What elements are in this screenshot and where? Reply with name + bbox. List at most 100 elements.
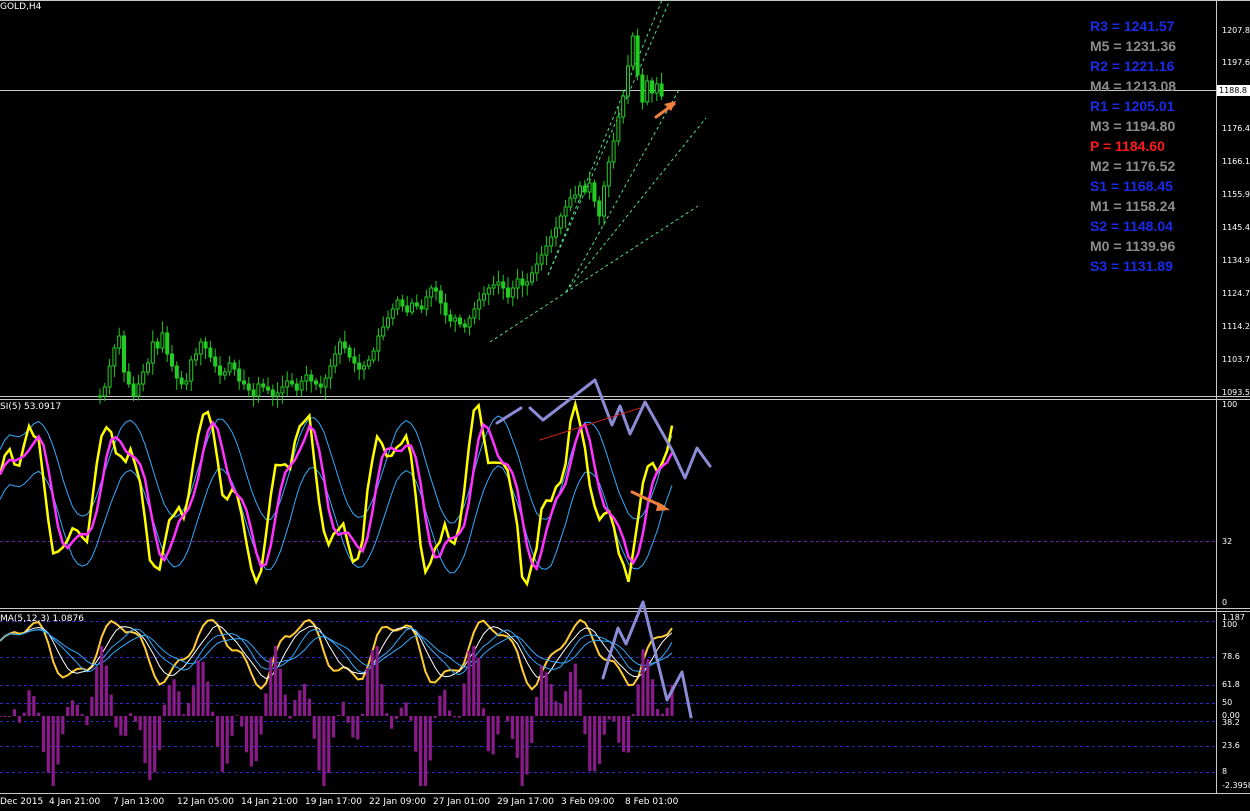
hist-bar — [370, 650, 374, 716]
pivot-s3: S3 = 1131.89 — [1090, 258, 1173, 274]
hist-bar — [128, 713, 133, 716]
hist-bar — [259, 716, 263, 735]
hist-bar — [278, 668, 283, 716]
candle-body — [434, 287, 438, 292]
candle-body — [448, 314, 453, 322]
candle-body — [410, 302, 414, 313]
hist-bar — [104, 665, 108, 716]
hist-bar — [448, 710, 452, 716]
candle-body — [530, 272, 534, 283]
candle-body — [386, 317, 390, 328]
osc-tick: 100 — [1222, 620, 1238, 629]
pivot-m5: M5 = 1231.36 — [1090, 38, 1177, 54]
hist-bar — [520, 716, 524, 786]
hist-bar — [8, 716, 12, 717]
hist-bar — [298, 690, 302, 716]
hist-bar — [385, 713, 389, 716]
stoch-tick: 0 — [1222, 598, 1228, 607]
hist-bar — [419, 716, 423, 786]
hist-bar — [109, 694, 113, 716]
candle-body — [602, 185, 606, 217]
candle-body — [587, 182, 592, 193]
candle-body — [477, 299, 482, 310]
candle-body — [357, 362, 362, 370]
hist-bar — [119, 716, 123, 736]
price-candles — [98, 28, 664, 408]
pivot-m0: M0 = 1139.96 — [1090, 238, 1176, 254]
candle-body — [237, 368, 242, 382]
hist-bar — [510, 716, 515, 739]
hist-bar — [70, 700, 75, 716]
hist-bar — [554, 701, 558, 716]
hist-bar — [157, 716, 162, 750]
candle-body — [318, 383, 323, 388]
hist-bar — [172, 679, 176, 716]
candle-body — [491, 284, 496, 289]
hist-bar — [597, 716, 602, 765]
hist-bar — [225, 716, 229, 764]
candle-body — [160, 332, 165, 349]
candle-body — [616, 116, 621, 142]
candle-body — [424, 296, 429, 310]
candle-body — [510, 287, 515, 298]
hist-bar — [607, 716, 611, 720]
candle-body — [462, 323, 467, 328]
hist-bar — [399, 707, 403, 716]
stoch-tick: 32 — [1222, 537, 1233, 546]
hist-bar — [244, 716, 249, 753]
oscillator-histogram — [0, 646, 674, 786]
time-tick: 12 Jan 05:00 — [177, 797, 234, 807]
hist-bar — [660, 713, 664, 716]
candle-body — [453, 317, 458, 322]
hist-bar — [27, 690, 31, 716]
hist-bar — [133, 716, 137, 722]
stoch-tick: 100 — [1222, 400, 1238, 409]
hist-bar — [220, 716, 224, 772]
hist-bar — [655, 708, 660, 716]
candle-body — [496, 281, 501, 286]
candle-body — [554, 227, 558, 238]
time-tick: 19 Jan 17:00 — [305, 797, 362, 807]
candle-body — [251, 389, 256, 397]
candle-body — [290, 380, 294, 385]
hist-bar — [12, 709, 17, 716]
candle-body — [390, 308, 395, 319]
candle-body — [136, 383, 141, 397]
candle-body — [141, 371, 146, 385]
hist-bar — [230, 716, 234, 736]
oscillator-title: MA(5,12,3) 1.0876 — [0, 614, 84, 624]
hist-bar — [167, 684, 171, 716]
candle-body — [635, 35, 640, 76]
candle-body — [544, 245, 549, 256]
hist-bar — [544, 672, 548, 716]
osc-tick: -2.3958 — [1222, 781, 1250, 790]
candle-body — [506, 287, 510, 298]
candle-body — [98, 395, 102, 398]
candle-body — [208, 347, 213, 358]
candle-body — [102, 386, 107, 397]
candle-body — [419, 305, 424, 310]
hist-bar — [17, 716, 21, 723]
hist-bar — [486, 716, 490, 752]
hist-bar — [530, 716, 534, 743]
hist-bar — [283, 694, 287, 716]
candle-body — [213, 356, 218, 367]
hist-bar — [409, 716, 413, 721]
hist-bar — [46, 716, 50, 773]
hist-bar — [293, 699, 297, 716]
hist-bar — [3, 716, 7, 717]
hist-bar — [477, 657, 481, 716]
candle-body — [645, 80, 650, 103]
hist-bar — [85, 716, 89, 726]
hist-bar — [32, 696, 36, 716]
hist-bar — [90, 696, 94, 716]
candle-body — [256, 383, 261, 397]
candle-body — [582, 185, 587, 193]
candle-body — [218, 365, 222, 376]
hist-bar — [423, 716, 428, 786]
price-tick: 1093.5 — [1222, 388, 1250, 397]
osc-tick: 23.6 — [1222, 741, 1240, 750]
hist-bar — [588, 716, 592, 772]
hist-bar — [496, 716, 500, 735]
price-tick: 1103.7 — [1222, 355, 1250, 364]
